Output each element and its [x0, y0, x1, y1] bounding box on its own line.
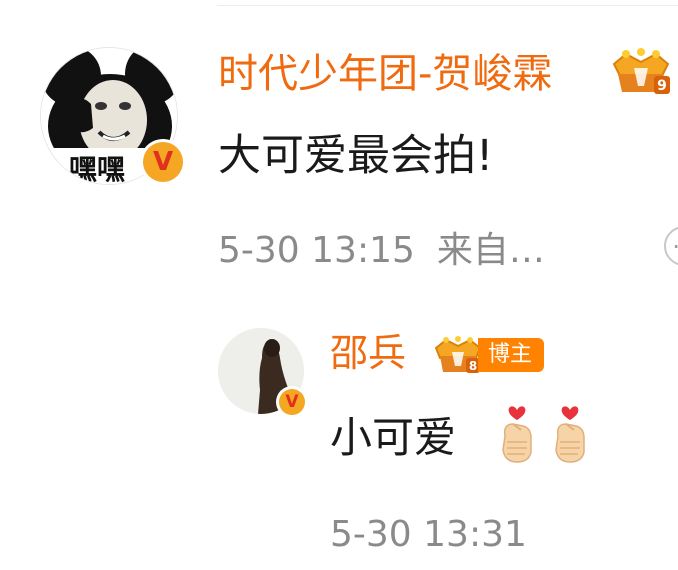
- comment-source[interactable]: 来自…: [437, 230, 545, 271]
- reply-crown-level-icon: 8: [434, 336, 482, 373]
- more-options-icon[interactable]: ⋯: [664, 226, 678, 266]
- commenter-username[interactable]: 时代少年团-贺峻霖: [218, 48, 552, 100]
- reply-text: 小可爱: [330, 413, 457, 462]
- crown-level-number: 9: [657, 78, 667, 94]
- avatar-caption: 嘿嘿: [69, 153, 126, 185]
- reply-username[interactable]: 邵兵: [330, 328, 406, 378]
- comment-time: 5-30 13:15: [218, 230, 415, 271]
- commenter-avatar[interactable]: 嘿嘿 V: [40, 47, 186, 185]
- finger-heart-emoji-icon: [555, 406, 585, 463]
- reply-avatar[interactable]: V: [218, 328, 308, 418]
- reply-time: 5-30 13:31: [330, 514, 527, 555]
- author-badge: 博主: [478, 338, 545, 372]
- comment-text: 大可爱最会拍!: [218, 131, 494, 181]
- comment-meta: 5-30 13:15 来自…: [218, 228, 545, 274]
- finger-heart-emoji-icon: [502, 406, 532, 463]
- reply-crown-level-number: 8: [469, 359, 477, 373]
- verified-badge-icon: V: [140, 139, 186, 185]
- reply-verified-badge-icon: V: [276, 386, 308, 418]
- top-divider: [217, 5, 678, 6]
- crown-level-icon: 9: [612, 48, 670, 94]
